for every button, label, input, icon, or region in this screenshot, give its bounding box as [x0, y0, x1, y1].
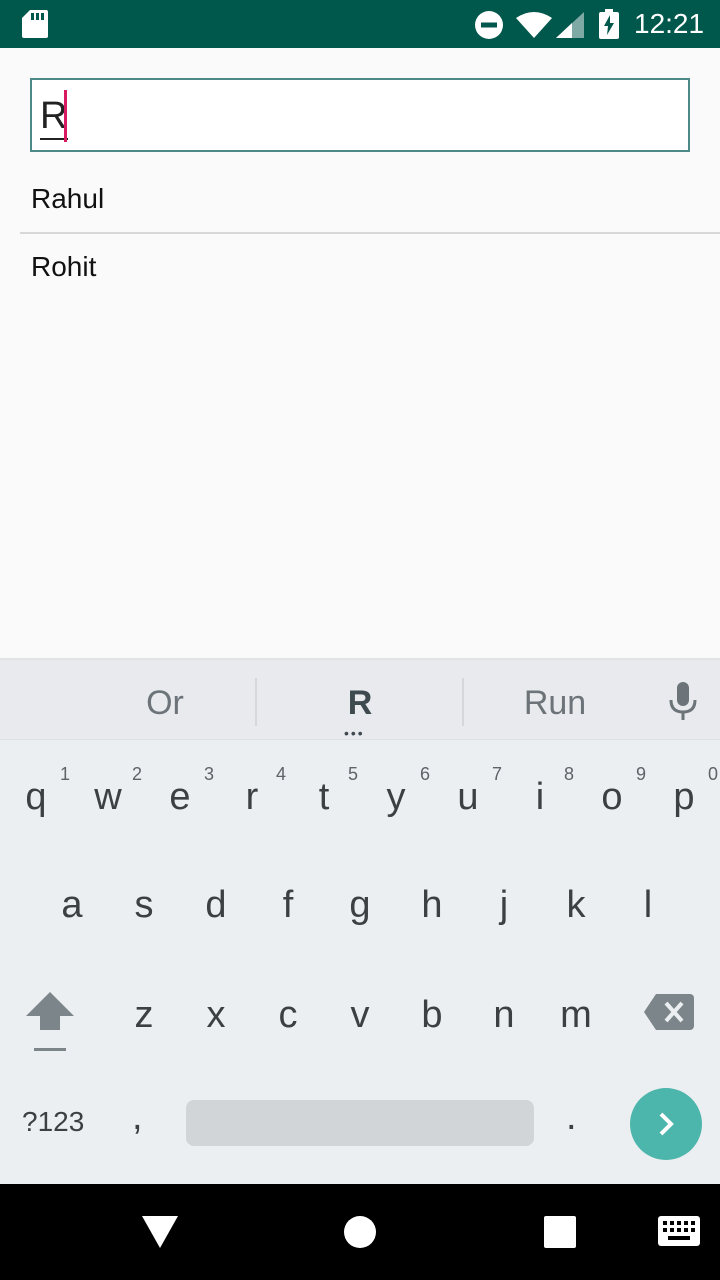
key-label: w: [94, 776, 122, 818]
key-j[interactable]: j: [468, 884, 540, 927]
wifi-icon: [516, 12, 552, 43]
key-x[interactable]: x: [180, 994, 252, 1037]
key-hint: 3: [203, 764, 214, 784]
key-label: r: [245, 776, 259, 818]
recents-icon[interactable]: [544, 1216, 576, 1253]
result-list: Rahul Rohit: [20, 182, 720, 302]
key-g[interactable]: g: [324, 884, 396, 927]
enter-button[interactable]: [630, 1088, 702, 1160]
key-label: q: [25, 776, 47, 818]
key-hint: 8: [563, 764, 574, 784]
symbols-key[interactable]: ?123: [22, 1106, 84, 1138]
status-bar: 12:21: [0, 0, 720, 48]
key-label: t: [318, 776, 330, 818]
key-y[interactable]: y6: [360, 764, 432, 819]
home-icon[interactable]: [344, 1216, 376, 1253]
suggestion-right[interactable]: Run: [470, 684, 640, 723]
key-q[interactable]: q1: [0, 764, 72, 819]
backspace-icon[interactable]: [644, 994, 694, 1035]
key-hint: 0: [707, 764, 718, 784]
key-m[interactable]: m: [540, 994, 612, 1037]
key-hint: 1: [59, 764, 70, 784]
key-i[interactable]: i8: [504, 764, 576, 819]
key-h[interactable]: h: [396, 884, 468, 927]
key-k[interactable]: k: [540, 884, 612, 927]
battery-charging-icon: [598, 9, 620, 44]
key-label: o: [601, 776, 623, 818]
back-icon[interactable]: [142, 1214, 178, 1253]
cell-signal-icon: [556, 12, 584, 43]
key-label: u: [457, 776, 479, 818]
key-d[interactable]: d: [180, 884, 252, 927]
key-w[interactable]: w2: [72, 764, 144, 819]
key-c[interactable]: c: [252, 994, 324, 1037]
key-hint: 6: [419, 764, 430, 784]
key-n[interactable]: n: [468, 994, 540, 1037]
list-item-label: Rahul: [31, 183, 105, 214]
list-item-label: Rohit: [31, 251, 97, 282]
key-hint: 9: [635, 764, 646, 784]
key-a[interactable]: a: [36, 884, 108, 927]
suggestion-strip: Or R Run •••: [0, 660, 720, 740]
suggestion-divider: [462, 678, 464, 726]
key-hint: 4: [275, 764, 286, 784]
suggestion-middle[interactable]: R: [262, 684, 458, 723]
key-label: i: [535, 776, 545, 818]
key-p[interactable]: p0: [648, 764, 720, 819]
key-r[interactable]: r4: [216, 764, 288, 819]
navigation-bar: [0, 1184, 720, 1280]
key-b[interactable]: b: [396, 994, 468, 1037]
key-hint: 5: [347, 764, 358, 784]
suggestion-left[interactable]: Or: [80, 684, 250, 723]
key-label: y: [386, 776, 406, 818]
shift-icon[interactable]: [24, 992, 76, 1059]
key-v[interactable]: v: [324, 994, 396, 1037]
key-s[interactable]: s: [108, 884, 180, 927]
list-item[interactable]: Rohit: [20, 231, 720, 302]
spacebar[interactable]: [186, 1100, 534, 1146]
key-u[interactable]: u7: [432, 764, 504, 819]
status-time: 12:21: [634, 8, 705, 39]
key-o[interactable]: o9: [576, 764, 648, 819]
soft-keyboard: Or R Run ••• q1 w2 e3 r4 t5 y6 u7 i8 o9 …: [0, 658, 720, 1184]
do-not-disturb-icon: [474, 10, 504, 45]
sd-card-icon: [22, 10, 48, 43]
key-hint: 7: [491, 764, 502, 784]
key-e[interactable]: e3: [144, 764, 216, 819]
key-l[interactable]: l: [612, 884, 684, 927]
key-f[interactable]: f: [252, 884, 324, 927]
suggestion-divider: [255, 678, 257, 726]
comma-key[interactable]: ,: [132, 1096, 143, 1139]
text-caret: [64, 90, 67, 142]
key-hint: 2: [131, 764, 142, 784]
period-key[interactable]: .: [566, 1096, 577, 1139]
key-z[interactable]: z: [108, 994, 180, 1037]
list-item[interactable]: Rahul: [20, 164, 720, 234]
key-label: e: [169, 776, 191, 818]
keyboard-switch-icon[interactable]: [658, 1216, 700, 1251]
key-t[interactable]: t5: [288, 764, 360, 819]
more-suggestions-dots: •••: [344, 725, 365, 741]
search-input[interactable]: R: [30, 78, 690, 152]
microphone-icon[interactable]: [666, 680, 700, 727]
chevron-right-icon: [659, 1112, 674, 1136]
key-label: p: [673, 776, 695, 818]
